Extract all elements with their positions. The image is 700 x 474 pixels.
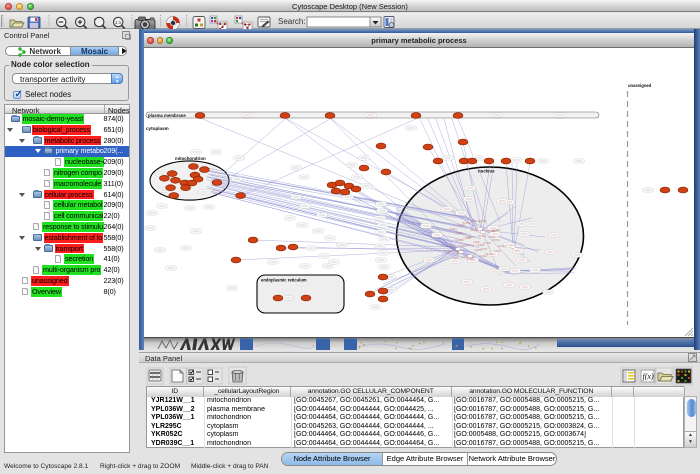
svg-text:1:1: 1:1 [115,20,122,25]
svg-text:Ypr70w: Ypr70w [446,245,454,248]
svg-text:nucleus: nucleus [478,169,495,174]
svg-text:Ygr59w: Ygr59w [492,229,500,232]
svg-text:Ygr91w: Ygr91w [444,250,452,253]
svg-text:Ydl70c: Ydl70c [494,250,502,253]
svg-text:Ygr11w: Ygr11w [457,224,465,227]
svg-text:Ygr91w: Ygr91w [449,228,457,231]
svg-text:mitochondrion: mitochondrion [175,156,206,161]
svg-text:Ygr76w: Ygr76w [485,253,493,256]
svg-text:Ydl34c: Ydl34c [459,245,467,248]
svg-text:Ypr79w: Ypr79w [478,235,486,238]
svg-text:Ydl79c: Ydl79c [488,236,496,239]
svg-text:Ypr26w: Ypr26w [455,239,463,242]
svg-text:Ydl70c: Ydl70c [480,248,488,251]
svg-text:cytoplasm: cytoplasm [146,126,169,131]
svg-text:Ypr85w: Ypr85w [470,229,478,232]
svg-text:Ygr18w: Ygr18w [478,220,486,223]
svg-text:Ydl60c: Ydl60c [470,220,478,223]
svg-text:Ypr11w: Ypr11w [498,245,506,248]
svg-text:Ygr39w: Ygr39w [463,237,471,240]
svg-text:Ygr29w: Ygr29w [455,232,463,235]
svg-text:plasma membrane: plasma membrane [148,113,186,118]
svg-text:f(x): f(x) [643,372,654,381]
svg-text:Search:: Search: [278,17,306,26]
svg-text:Ygr95w: Ygr95w [466,258,474,261]
svg-text:Ypr57w: Ypr57w [466,244,474,247]
svg-text:Ygr29w: Ygr29w [476,244,484,247]
svg-text:endoplasmic reticulum: endoplasmic reticulum [261,278,307,283]
svg-text:Ypr87w: Ypr87w [492,239,500,242]
svg-text:unassigned: unassigned [628,83,652,88]
svg-text:Ypr70w: Ypr70w [483,242,491,245]
svg-text:Ydl80c: Ydl80c [452,257,460,260]
